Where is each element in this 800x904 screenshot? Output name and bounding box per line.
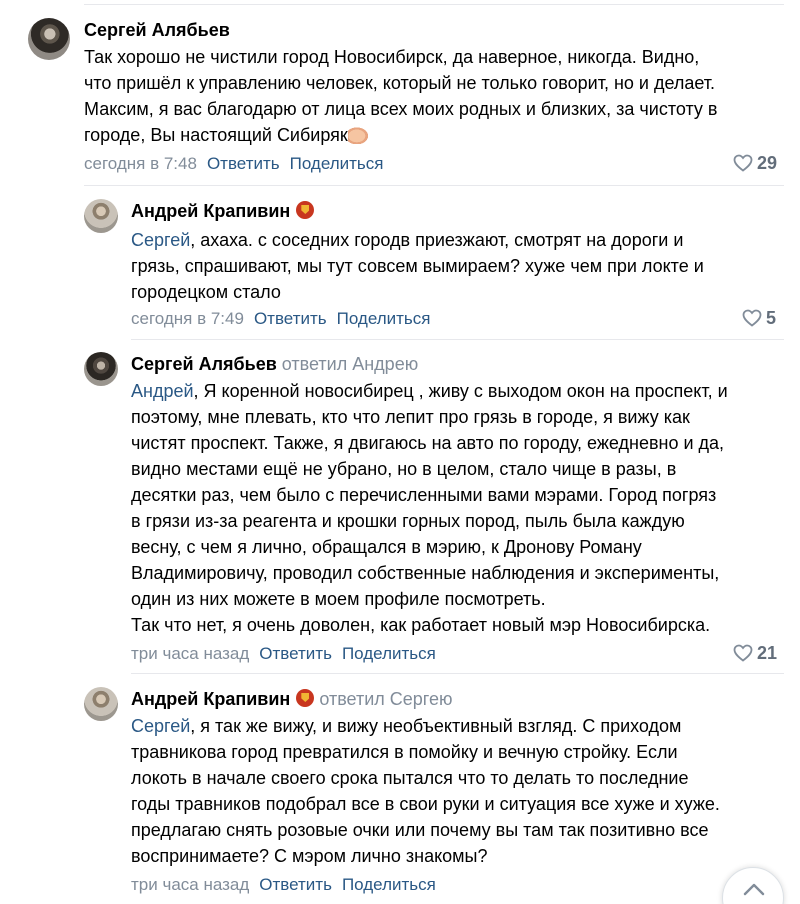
reply-button[interactable]: Ответить [254, 309, 327, 328]
avatar[interactable] [84, 687, 118, 721]
club-badge-icon [296, 201, 315, 219]
scroll-to-top-button[interactable] [722, 867, 784, 904]
avatar[interactable] [28, 18, 70, 60]
author-name[interactable]: Андрей Крапивин [131, 201, 290, 221]
heart-outline-icon [742, 309, 762, 327]
mention-link[interactable]: Сергей [131, 716, 190, 736]
mention-link[interactable]: Андрей [131, 381, 194, 401]
like-button[interactable]: 29 [733, 152, 777, 174]
comment-text: Сергей, ахаха. с соседних городв приезжа… [131, 227, 784, 305]
chevron-up-icon [743, 883, 765, 896]
comment-author-line: Сергей Алябьев ответил Андрею [131, 352, 418, 376]
top-divider [84, 4, 784, 5]
comment-time[interactable]: сегодня в 7:48 [84, 154, 197, 173]
comment-meta: три часа назад Ответить Поделиться [131, 643, 436, 665]
comment-line: Максим, я вас благодарю от лица всех мои… [84, 99, 718, 119]
comment-line: травникова город превратился в помойку и… [131, 742, 678, 762]
like-count: 29 [757, 153, 778, 173]
comment-line: видно местами ещё не убрано, но в целом,… [131, 459, 677, 479]
comment-meta: сегодня в 7:49 Ответить Поделиться [131, 308, 431, 330]
comment-time[interactable]: три часа назад [131, 644, 249, 663]
comment-meta: три часа назад Ответить Поделиться [131, 874, 436, 896]
like-button[interactable]: 21 [733, 642, 777, 664]
comment-divider [131, 673, 784, 674]
comment-text: Сергей, я так же вижу, и вижу необъектив… [131, 713, 784, 869]
replied-to-link[interactable]: ответил Андрею [282, 354, 418, 374]
comment-line: , ахаха. с соседних городв приезжают, см… [190, 230, 684, 250]
handshake-emoji-icon [347, 126, 370, 144]
club-badge-icon [296, 689, 315, 707]
comment-text: Андрей, Я коренной новосибирец , живу с … [131, 378, 791, 638]
comment-line: Так хорошо не чистили город Новосибирск,… [84, 47, 700, 67]
reply-button[interactable]: Ответить [207, 154, 280, 173]
replied-to-link[interactable]: ответил Сергею [319, 689, 452, 709]
share-button[interactable]: Поделиться [290, 154, 384, 173]
share-button[interactable]: Поделиться [337, 309, 431, 328]
comment-line-first: Сергей, я так же вижу, и вижу необъектив… [131, 713, 784, 739]
comment-time[interactable]: три часа назад [131, 875, 249, 894]
heart-outline-icon [733, 154, 753, 172]
comment-author-line: Сергей Алябьев [84, 18, 230, 42]
reply-button[interactable]: Ответить [259, 875, 332, 894]
comment-line: грязь, спрашивают, мы тут совсем вымирае… [131, 256, 704, 276]
author-name[interactable]: Сергей Алябьев [131, 354, 277, 374]
like-count: 5 [766, 308, 777, 328]
comment-line: весну, с чем я лично, обращался в мэрию,… [131, 537, 642, 557]
avatar[interactable] [84, 352, 118, 386]
author-name[interactable]: Сергей Алябьев [84, 20, 230, 40]
comment-line-last: городе, Вы настоящий Сибиряк [84, 122, 784, 148]
comment-divider [84, 185, 784, 186]
comment-line: поэтому, мне плевать, кто что лепит про … [131, 407, 690, 427]
comment-line: десятки раз, чем было с перечисленными в… [131, 485, 717, 505]
comment-author-line: Андрей Крапивин ответил Сергею [131, 687, 452, 711]
comment-meta: сегодня в 7:48 Ответить Поделиться [84, 153, 384, 175]
comment-line: , я так же вижу, и вижу необъективный вз… [190, 716, 682, 736]
comment-line: в грязи из-за реагента и крошки горных п… [131, 511, 685, 531]
comment-line-first: Андрей, Я коренной новосибирец , живу с … [131, 378, 791, 404]
comment-text: Так хорошо не чистили город Новосибирск,… [84, 44, 784, 148]
heart-outline-icon [733, 644, 753, 662]
comment-line: один из них можете в моем профиле посмот… [131, 589, 546, 609]
comment-line: годы травников подобрал все в свои руки … [131, 794, 720, 814]
comment-line: , Я коренной новосибирец , живу с выходо… [193, 381, 728, 401]
comment-line: чистят проспект. Также, я двигаюсь на ав… [131, 433, 725, 453]
comment-line: воспринимаете? С мэром лично знакомы? [131, 846, 488, 866]
like-count: 21 [757, 643, 778, 663]
avatar[interactable] [84, 199, 118, 233]
comment-divider [131, 339, 784, 340]
comment-line: локоть в начале своего срока пытался что… [131, 768, 689, 788]
comment-line: что пришёл к управлению человек, который… [84, 73, 716, 93]
comment-line: предлагаю снять розовые очки или почему … [131, 820, 709, 840]
comment-line: городе, Вы настоящий Сибиряк [84, 125, 348, 145]
share-button[interactable]: Поделиться [342, 644, 436, 663]
like-button[interactable]: 5 [742, 307, 776, 329]
comment-time[interactable]: сегодня в 7:49 [131, 309, 244, 328]
comment-line-first: Сергей, ахаха. с соседних городв приезжа… [131, 227, 784, 253]
comment-line: Владимировичу, проводил собственные набл… [131, 563, 720, 583]
comment-line: Так что нет, я очень доволен, как работа… [131, 615, 711, 635]
share-button[interactable]: Поделиться [342, 875, 436, 894]
author-name[interactable]: Андрей Крапивин [131, 689, 290, 709]
mention-link[interactable]: Сергей [131, 230, 190, 250]
reply-button[interactable]: Ответить [259, 644, 332, 663]
comment-line: городецком стало [131, 282, 281, 302]
comment-author-line: Андрей Крапивин [131, 199, 315, 223]
